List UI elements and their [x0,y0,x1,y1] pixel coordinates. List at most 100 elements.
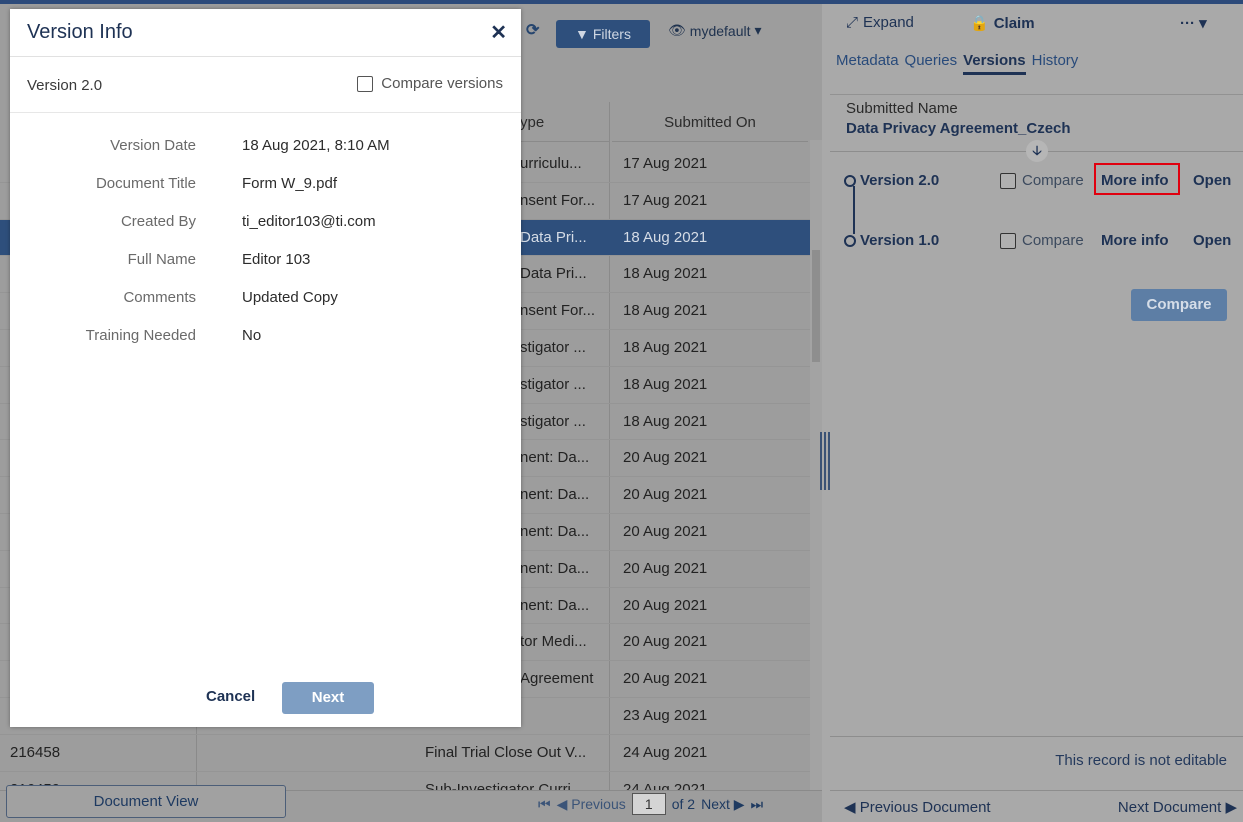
arrow-down-icon[interactable]: 🡣 [1026,140,1048,162]
date-cell: 24 Aug 2021 [623,743,708,761]
date-cell: 17 Aug 2021 [623,155,708,172]
document-view-button[interactable]: Document View [6,785,286,818]
not-editable-notice: This record is not editable [1055,752,1227,769]
submitted-name-label: Submitted Name [846,100,958,117]
type-cell: stigator ... [520,338,586,356]
highlight-box [1094,163,1180,195]
type-cell: nent: Da... [520,559,590,577]
checkbox-icon[interactable] [1000,232,1016,249]
compare-versions-checkbox[interactable]: Compare versions [357,75,503,92]
version-name: Version 2.0 [844,172,939,189]
tab-metadata[interactable]: Metadata [836,52,899,75]
version-timeline-line [853,186,855,234]
version-name: Version 1.0 [844,232,939,249]
next-label: Next [701,795,730,812]
detail-row: Comments Updated Copy [10,289,521,313]
detail-value: No [242,327,262,344]
checkbox-icon[interactable] [1000,172,1016,189]
table-row[interactable]: 216458 Final Trial Close Out V... 24 Aug 2… [0,735,810,772]
open-link[interactable]: Open [1193,232,1231,249]
detail-label: Version Date [110,137,196,154]
date-cell: 18 Aug 2021 [623,228,708,246]
page-number-input[interactable]: 1 [631,793,666,815]
date-cell: 20 Aug 2021 [623,633,708,651]
scrollbar-thumb[interactable] [812,250,820,362]
detail-value: ti_editor103@ti.com [242,213,376,230]
type-cell: Agreement [520,670,594,688]
date-cell: 20 Aug 2021 [623,486,708,504]
expand-button[interactable]: ⤢ Expand [846,14,914,31]
detail-label: Comments [123,289,196,306]
date-cell: 20 Aug 2021 [623,522,708,540]
claim-button[interactable]: 🔒 Claim [970,14,1035,33]
view-label: mydefault [689,22,751,39]
next-page-button[interactable]: Next ▶ [701,796,744,813]
type-cell: nent: Da... [520,522,590,540]
column-header-type[interactable]: ype [520,102,610,142]
id-cell: 216458 [10,743,61,761]
version-label: Version 1.0 [860,232,940,249]
close-icon[interactable]: ✕ [490,20,507,45]
type-cell: urriculu... [520,155,582,172]
previous-document-label: Previous Document [859,799,991,816]
open-link[interactable]: Open [1193,172,1231,189]
tab-versions[interactable]: Versions [963,52,1026,75]
next-button[interactable]: Next [282,682,374,714]
page-count: of 2 [671,796,696,812]
divider [830,736,1243,737]
checkbox-icon[interactable] [357,75,374,92]
detail-value: Editor 103 [242,251,311,268]
compare-label: Compare [1022,172,1084,189]
type-cell: Final Trial Close Out V... [425,743,587,761]
compare-checkbox[interactable]: Compare [1000,232,1084,249]
date-cell: 18 Aug 2021 [623,412,708,430]
compare-checkbox[interactable]: Compare [1000,172,1084,189]
expand-icon: ⤢ [846,14,859,31]
date-cell: 20 Aug 2021 [623,670,708,688]
date-cell: 18 Aug 2021 [623,302,708,320]
type-cell: stigator ... [520,412,586,430]
version-row: Version 1.0 Compare More info Open [844,232,1243,256]
timeline-node-icon [844,174,856,187]
detail-row: Document Title Form W_9.pdf [10,175,521,199]
type-cell: Data Pri... [520,228,587,246]
type-cell: nent: Da... [520,596,590,614]
filters-label: Filters [592,26,631,42]
type-cell: nent: Da... [520,486,590,504]
previous-label: Previous [571,795,626,812]
tab-queries[interactable]: Queries [905,52,958,75]
dialog-version-label: Version 2.0 [27,77,103,94]
detail-row: Version Date 18 Aug 2021, 8:10 AM [10,137,521,161]
detail-label: Full Name [127,251,196,268]
tab-history[interactable]: History [1032,52,1079,75]
more-actions-button[interactable]: ··· ▾ [1180,14,1207,32]
compare-label: Compare [1022,232,1084,249]
date-cell: 17 Aug 2021 [623,191,708,209]
date-cell: 20 Aug 2021 [623,449,708,467]
date-cell: 18 Aug 2021 [623,338,708,356]
next-document-button[interactable]: Next Document ▶ [1118,798,1237,816]
last-page-icon[interactable]: ⏭ [751,796,764,813]
detail-row: Full Name Editor 103 [10,251,521,275]
splitter-grip-icon[interactable] [820,432,830,490]
first-page-icon[interactable]: ⏮ [538,796,551,813]
view-selector[interactable]: 👁 mydefault ▾ [668,22,762,39]
details-panel: ⤢ Expand 🔒 Claim ··· ▾ Metadata Queries … [830,4,1243,822]
compare-button[interactable]: Compare [1131,289,1227,321]
more-info-link[interactable]: More info [1101,232,1169,249]
detail-value: Form W_9.pdf [242,175,338,192]
previous-document-button[interactable]: ◀ Previous Document [844,798,991,816]
cancel-button[interactable]: Cancel [206,688,255,705]
previous-page-button[interactable]: ◀ Previous [557,796,626,813]
filters-button[interactable]: ▼ Filters [556,20,650,48]
version-label: Version 2.0 [860,172,940,189]
filter-icon: ▼ [575,26,589,42]
panel-splitter[interactable] [822,4,830,822]
column-header-submitted-on[interactable]: Submitted On [612,102,808,142]
detail-label: Training Needed [85,327,196,344]
type-cell: nsent For... [520,302,596,320]
type-cell: tor Medi... [520,633,587,651]
claim-label: Claim [993,14,1035,32]
refresh-icon[interactable]: ⟳ [526,20,539,40]
expand-label: Expand [863,14,914,31]
